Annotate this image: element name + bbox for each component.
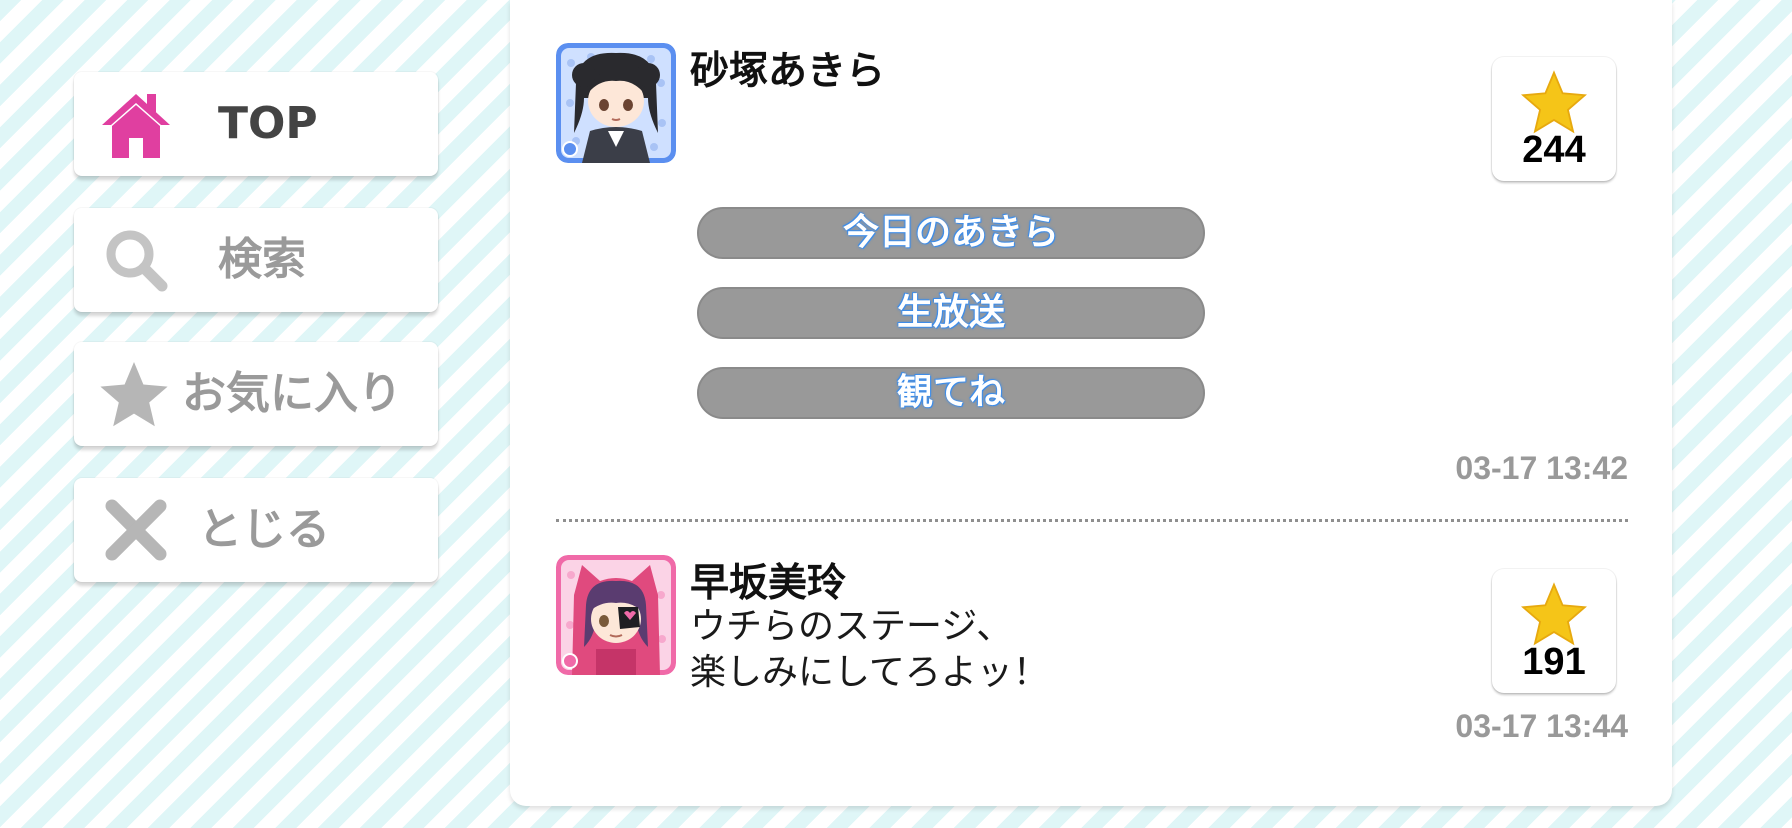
avatar[interactable]	[556, 43, 676, 163]
home-icon	[102, 94, 170, 158]
post-divider	[556, 519, 1628, 522]
nav-close-button[interactable]: とじる	[74, 478, 438, 582]
favorite-count: 244	[1522, 129, 1586, 171]
favorite-button[interactable]: 191	[1492, 569, 1616, 693]
favorite-count: 191	[1522, 641, 1586, 683]
favorite-button[interactable]: 244	[1492, 57, 1616, 181]
close-icon	[105, 499, 167, 561]
star-icon	[100, 362, 168, 427]
nav-top-label: TOP	[218, 98, 318, 149]
nav-search-label: 検索	[218, 234, 306, 285]
post-timestamp: 03-17 13:42	[1455, 450, 1628, 486]
post-text: ウチらのステージ、 楽しみにしてろよッ！	[690, 604, 1049, 696]
text-button[interactable]: 今日のあきら	[697, 207, 1205, 259]
nav-close-label: とじる	[198, 504, 330, 555]
user-name: 砂塚あきら	[690, 49, 886, 94]
user-name: 早坂美玲	[690, 561, 847, 606]
star-icon	[1521, 70, 1587, 134]
character-avatar-icon	[556, 555, 676, 675]
nav-top-button[interactable]: TOP	[74, 72, 438, 176]
character-avatar-icon	[556, 43, 676, 163]
nav-favorites-label: お気に入り	[182, 368, 402, 419]
nav-favorites-button[interactable]: お気に入り	[74, 342, 438, 446]
search-icon	[106, 230, 168, 292]
post-text-line: ウチらのステージ、	[690, 606, 1013, 647]
text-button[interactable]: 生放送	[697, 287, 1205, 339]
star-icon	[1521, 582, 1587, 646]
timeline-panel: 砂塚あきら 244 今日のあきら 生放送 観てね 03-17 13:42 早坂美…	[510, 0, 1672, 806]
post-timestamp: 03-17 13:44	[1455, 708, 1628, 744]
text-button[interactable]: 観てね	[697, 367, 1205, 419]
post-text-line: 楽しみにしてろよッ！	[690, 652, 1049, 693]
nav-search-button[interactable]: 検索	[74, 208, 438, 312]
avatar[interactable]	[556, 555, 676, 675]
